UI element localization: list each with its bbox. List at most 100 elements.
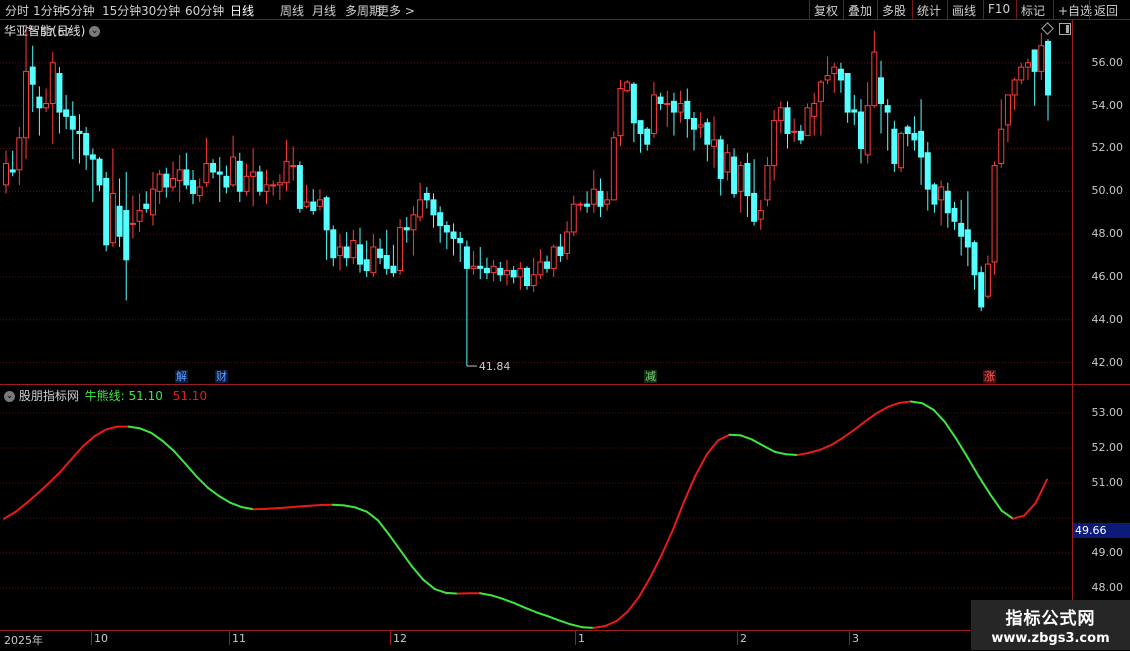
candle-body xyxy=(144,204,149,208)
event-badge[interactable]: 财 xyxy=(215,370,228,383)
price-tick: 46.00 xyxy=(1092,270,1124,283)
indicator-segment xyxy=(650,555,661,577)
toolbar-button-5[interactable]: F10 xyxy=(988,2,1010,16)
candle-body xyxy=(798,131,803,140)
candle xyxy=(558,234,563,262)
candle-body xyxy=(411,215,416,230)
candle xyxy=(705,118,710,161)
candle-body xyxy=(625,82,630,91)
candle-body xyxy=(872,52,877,106)
indicator-chart[interactable] xyxy=(0,385,1072,630)
chevron-down-icon[interactable]: ⌄ xyxy=(89,26,100,37)
candle-body xyxy=(418,200,423,217)
candle xyxy=(1046,39,1051,120)
candle-body xyxy=(598,191,603,206)
indicator-pane[interactable]: ⌄ 股朋指标网 牛熊线: 51.10 51.10 xyxy=(0,385,1072,630)
candle-body xyxy=(705,123,710,144)
indicator-segment xyxy=(820,445,831,450)
period-tab-6[interactable]: 日线 xyxy=(230,2,254,19)
candle xyxy=(591,170,596,213)
candle-body xyxy=(431,200,436,215)
period-tab-9[interactable]: 多周期 xyxy=(345,2,381,19)
candle-body xyxy=(284,161,289,182)
indicator-segment xyxy=(299,506,310,507)
toolbar-button-1[interactable]: 叠加 xyxy=(848,2,872,19)
toolbar-button-3[interactable]: 统计 xyxy=(917,2,941,19)
candle-body xyxy=(211,163,216,172)
indicator-segment xyxy=(718,435,729,441)
event-badge[interactable]: 涨 xyxy=(983,370,996,383)
candle xyxy=(498,262,503,281)
period-tab-3[interactable]: 15分钟 xyxy=(102,2,141,19)
candle xyxy=(785,101,790,148)
indicator-segment xyxy=(956,439,967,458)
panel-toggle-icon[interactable] xyxy=(1059,23,1071,35)
toolbar-button-4[interactable]: 画线 xyxy=(952,2,976,19)
candle xyxy=(17,127,22,185)
candle xyxy=(919,99,924,185)
indicator-segment xyxy=(605,621,616,626)
period-tab-10[interactable]: 更多 > xyxy=(377,2,415,19)
date-label: 11 xyxy=(232,632,246,645)
indicator-segment xyxy=(72,446,83,459)
candle-body xyxy=(858,112,863,148)
candle-body xyxy=(1012,80,1017,95)
toolbar-separator xyxy=(877,0,878,19)
indicator-segment xyxy=(106,427,117,430)
candle-body xyxy=(765,166,770,200)
candle xyxy=(965,191,970,266)
price-pane[interactable]: 57.6741.84 华亚智能(日线) ⌄ 解 财 减 涨 xyxy=(0,20,1072,384)
event-badge[interactable]: 减 xyxy=(644,370,657,383)
candle xyxy=(117,178,122,247)
candle-body xyxy=(945,191,950,212)
candle-body xyxy=(37,97,42,108)
event-badge[interactable]: 解 xyxy=(175,370,188,383)
candlestick-chart[interactable]: 57.6741.84 xyxy=(0,20,1072,384)
candle xyxy=(571,196,576,237)
candle-body xyxy=(825,76,830,80)
candle-body xyxy=(237,161,242,191)
candle-body xyxy=(378,249,383,258)
candle xyxy=(464,241,469,366)
toolbar-button-6[interactable]: 标记 xyxy=(1021,2,1045,19)
toolbar-button-2[interactable]: 多股 xyxy=(882,2,906,19)
toolbar-button-0[interactable]: 复权 xyxy=(814,2,838,19)
candle-body xyxy=(438,213,443,226)
period-tab-4[interactable]: 30分钟 xyxy=(141,2,180,19)
candle xyxy=(525,266,530,290)
candle xyxy=(905,125,910,146)
candle xyxy=(130,196,135,239)
price-tick: 48.00 xyxy=(1092,227,1124,240)
candle-body xyxy=(451,232,456,238)
period-tab-7[interactable]: 周线 xyxy=(280,2,304,19)
candle xyxy=(324,196,329,260)
candle xyxy=(237,153,242,202)
candle-body xyxy=(585,204,590,206)
candle-body xyxy=(90,155,95,159)
chevron-down-icon[interactable]: ⌄ xyxy=(4,391,15,402)
candle xyxy=(718,136,723,196)
candle xyxy=(999,99,1004,168)
period-tab-0[interactable]: 分时 xyxy=(5,2,29,19)
date-tick-mark xyxy=(849,631,850,645)
toolbar-button-7[interactable]: +自选 xyxy=(1058,2,1092,19)
stock-title: 华亚智能(日线) xyxy=(4,24,85,38)
toolbar-button-8[interactable]: 返回 xyxy=(1094,2,1118,19)
candle xyxy=(504,260,509,286)
candle-body xyxy=(651,95,656,134)
period-tab-2[interactable]: 5分钟 xyxy=(63,2,95,19)
candle xyxy=(277,174,282,200)
indicator-segment xyxy=(877,407,888,413)
period-tab-5[interactable]: 60分钟 xyxy=(185,2,224,19)
period-tab-1[interactable]: 1分钟 xyxy=(33,2,65,19)
candle xyxy=(224,166,229,194)
candle xyxy=(725,144,730,180)
candle-body xyxy=(170,178,175,187)
candle-body xyxy=(231,157,236,185)
candle xyxy=(431,193,436,227)
candle-body xyxy=(10,170,15,172)
period-tab-8[interactable]: 月线 xyxy=(312,2,336,19)
candle-body xyxy=(752,193,757,221)
candle xyxy=(611,131,616,200)
candle-body xyxy=(685,101,690,118)
